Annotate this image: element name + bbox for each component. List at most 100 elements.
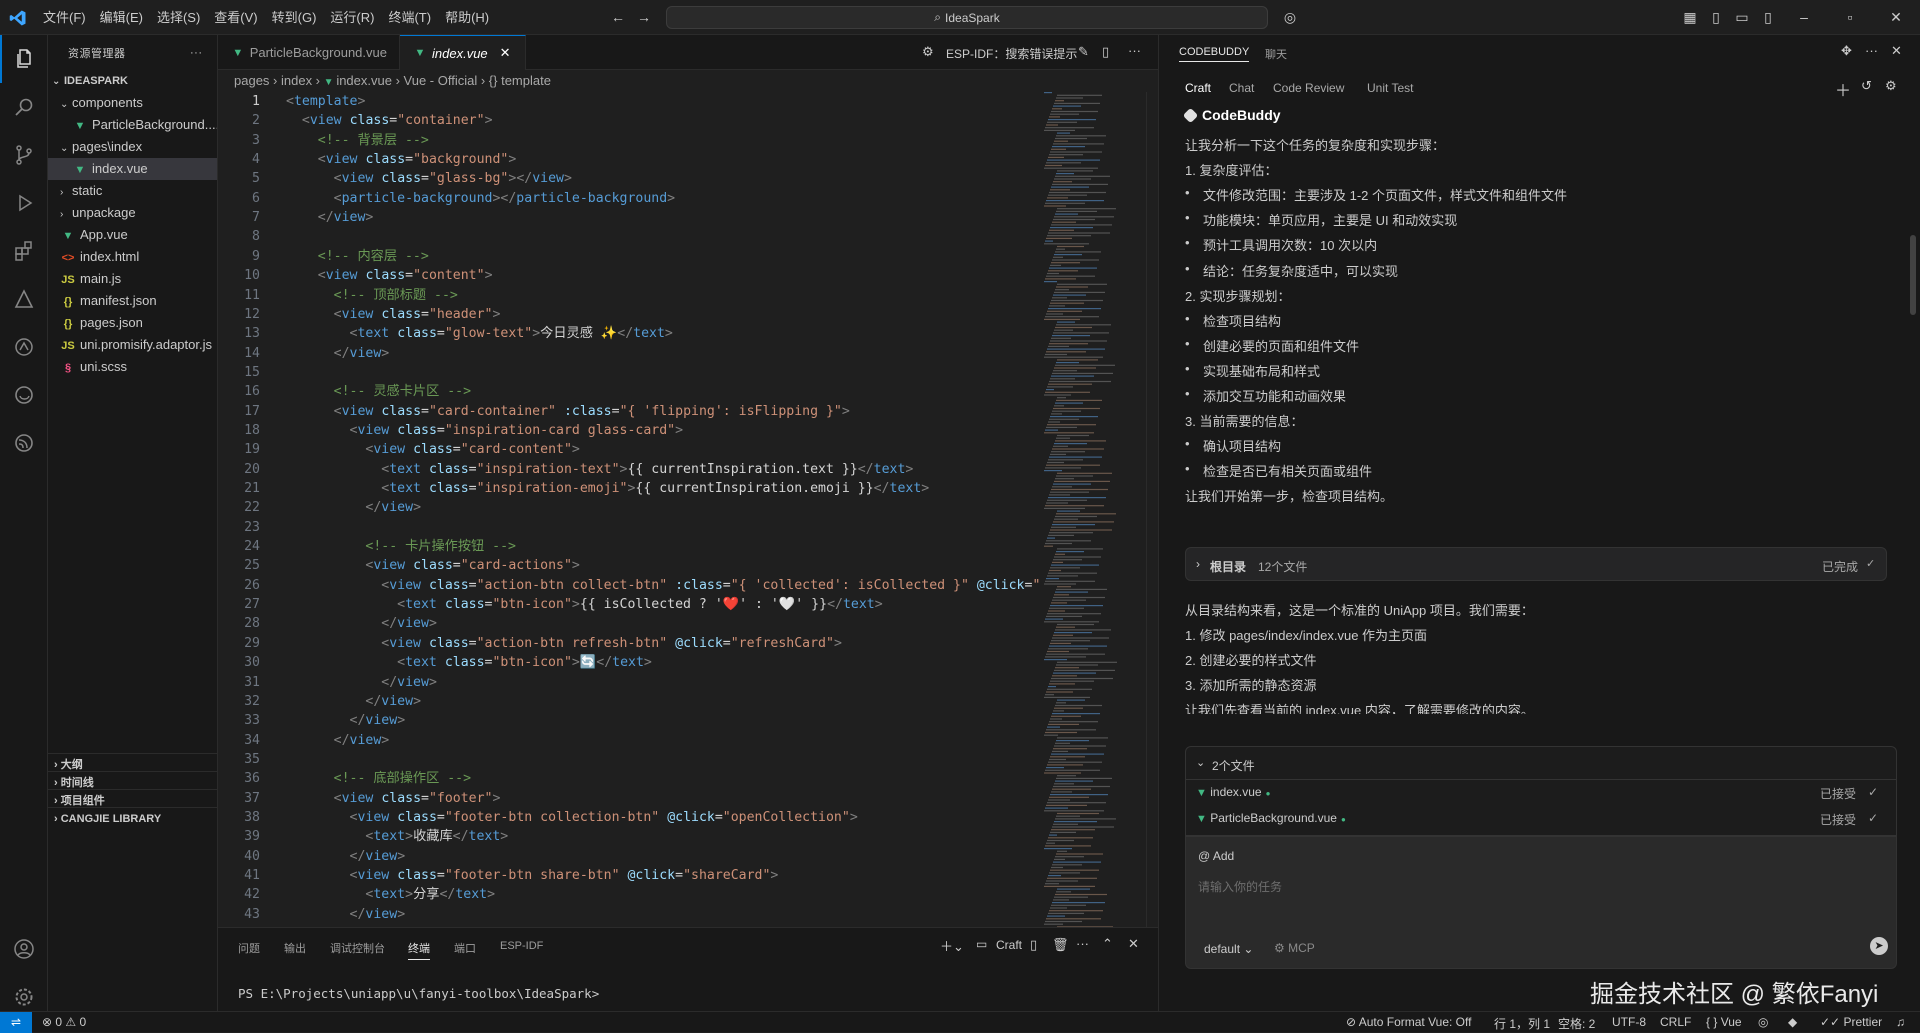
mcp-button[interactable]: ⚙ MCP xyxy=(1274,941,1315,955)
code-line[interactable]: <!-- 灵感卡片区 --> xyxy=(286,382,471,401)
add-terminal-icon[interactable]: ＋⌄ xyxy=(940,936,964,955)
terminal-profile-icon[interactable]: ▭ xyxy=(976,937,987,951)
code-line[interactable]: <view class="action-btn refresh-btn" @cl… xyxy=(286,634,842,653)
code-line[interactable]: <text>收藏库</text> xyxy=(286,827,508,846)
file-change-row[interactable]: ▼ ParticleBackground.vue ● 已接受 ✓ xyxy=(1196,811,1886,833)
tab-codebuddy[interactable]: CODEBUDDY xyxy=(1179,46,1250,62)
minimize-icon[interactable]: – xyxy=(1796,9,1812,25)
edit-icon[interactable]: ✎ xyxy=(1078,44,1089,60)
menu-item[interactable]: 选择(S) xyxy=(150,0,207,35)
code-line[interactable]: <view class="action-btn collect-btn" :cl… xyxy=(286,576,1064,595)
esp-idf-gear-icon[interactable]: ⚙ xyxy=(922,44,934,60)
sidebar-section[interactable]: › CANGJIE LIBRARY xyxy=(48,807,217,829)
folder-item[interactable]: ⌄ components xyxy=(48,92,217,114)
maximize-panel-icon[interactable]: ⌃ xyxy=(1102,936,1113,952)
code-line[interactable]: <view class="card-actions"> xyxy=(286,556,579,575)
file-item[interactable]: JS main.js xyxy=(48,268,217,290)
close-chat-icon[interactable]: ✕ xyxy=(1891,43,1902,59)
chat-subtab[interactable]: Chat xyxy=(1229,81,1254,95)
file-item[interactable]: ▼ App.vue xyxy=(48,224,217,246)
send-icon[interactable]: ➤ xyxy=(1870,937,1888,955)
settings-icon[interactable]: ⚙ xyxy=(1885,78,1897,94)
chat-scrollbar[interactable] xyxy=(1910,235,1916,315)
file-item[interactable]: JS uni.promisify.adaptor.js xyxy=(48,334,217,356)
code-line[interactable]: <view class="header"> xyxy=(286,305,501,324)
toggle-panel-icon[interactable]: ▭ xyxy=(1734,9,1750,25)
codebuddy-status-icon[interactable]: ◆ xyxy=(1788,1015,1797,1029)
code-line[interactable]: <view class="content"> xyxy=(286,266,493,285)
file-item[interactable]: ▼ ParticleBackground.... xyxy=(48,114,217,136)
code-editor[interactable]: 1 <template> 2 <view class="container"> 3 <… xyxy=(218,92,1158,927)
tab-index-vue[interactable]: ▼ index.vue ✕ xyxy=(400,35,526,70)
new-chat-icon[interactable]: ＋ xyxy=(1835,77,1851,101)
panel-tab[interactable]: 终端 xyxy=(408,940,430,960)
menu-item[interactable]: 转到(G) xyxy=(265,0,324,35)
file-item[interactable]: § uni.scss xyxy=(48,356,217,378)
close-window-icon[interactable]: ✕ xyxy=(1888,9,1904,25)
account-icon[interactable] xyxy=(0,925,48,973)
file-item[interactable]: <> index.html xyxy=(48,246,217,268)
toggle-sidebar-icon[interactable]: ▯ xyxy=(1708,9,1724,25)
code-line[interactable]: </view> xyxy=(286,692,421,711)
toggle-secondary-sidebar-icon[interactable]: ▯ xyxy=(1760,9,1776,25)
esp-idf-icon[interactable] xyxy=(0,323,48,371)
file-item[interactable]: {} pages.json xyxy=(48,312,217,334)
code-line[interactable]: <!-- 内容层 --> xyxy=(286,247,429,266)
project-root[interactable]: ⌄ IDEASPARK xyxy=(48,70,217,92)
breadcrumb-item[interactable]: index xyxy=(281,73,312,88)
move-icon[interactable]: ✥ xyxy=(1841,43,1852,59)
close-tab-icon[interactable]: ✕ xyxy=(500,45,511,61)
split-editor-icon[interactable]: ▯ xyxy=(1102,44,1109,60)
code-line[interactable]: <text>分享</text> xyxy=(286,885,495,904)
breadcrumb-item[interactable]: Vue - Official xyxy=(404,73,478,88)
code-line[interactable]: </view> xyxy=(286,847,406,866)
source-control-icon[interactable] xyxy=(0,131,48,179)
menu-item[interactable]: 编辑(E) xyxy=(93,0,150,35)
file-item[interactable]: {} manifest.json xyxy=(48,290,217,312)
tab-chat-panel[interactable]: 聊天 xyxy=(1265,46,1287,62)
menu-item[interactable]: 帮助(H) xyxy=(438,0,496,35)
kill-terminal-icon[interactable]: 🗑 xyxy=(1052,937,1069,953)
add-context-button[interactable]: @ Add xyxy=(1198,849,1234,863)
customize-layout-icon[interactable]: ▦ xyxy=(1682,9,1698,25)
chat-subtab[interactable]: Unit Test xyxy=(1367,81,1413,95)
status-item[interactable]: 行 1，列 1 xyxy=(1494,1015,1550,1032)
extensions-icon[interactable] xyxy=(0,227,48,275)
code-line[interactable]: </view> xyxy=(286,208,374,227)
file-item[interactable]: ▼ index.vue xyxy=(48,158,217,180)
code-line[interactable]: <!-- 底部操作区 --> xyxy=(286,769,471,788)
chat-input-box[interactable]: @ Add 请输入你的任务 default ⌄ ⚙ MCP ➤ xyxy=(1185,836,1897,969)
status-item[interactable]: 空格: 2 xyxy=(1558,1015,1595,1032)
code-line[interactable]: </view> xyxy=(286,673,437,692)
code-line[interactable]: <text class="glow-text">今日灵感 ✨</text> xyxy=(286,324,673,343)
remote-indicator[interactable]: ⇌ xyxy=(0,1012,32,1033)
panel-tab[interactable]: 输出 xyxy=(284,940,306,956)
status-item[interactable]: CRLF xyxy=(1660,1015,1691,1029)
code-line[interactable]: </view> xyxy=(286,498,421,517)
chevron-down-icon[interactable]: ⌄ xyxy=(1196,756,1205,769)
tab-particle-background[interactable]: ▼ ParticleBackground.vue xyxy=(218,35,400,70)
file-change-row[interactable]: ▼ index.vue ● 已接受 ✓ xyxy=(1196,785,1886,807)
panel-tab[interactable]: ESP-IDF xyxy=(500,940,543,952)
panel-tab[interactable]: 问题 xyxy=(238,940,260,956)
mode-select[interactable]: default ⌄ xyxy=(1204,942,1253,956)
more-chat-actions-icon[interactable]: ··· xyxy=(1865,43,1878,58)
code-line[interactable]: <view class="footer"> xyxy=(286,789,501,808)
copilot-status-icon[interactable]: ◎ xyxy=(1758,1015,1768,1029)
code-line[interactable]: <view class="card-content"> xyxy=(286,440,579,459)
folder-item[interactable]: › unpackage xyxy=(48,202,217,224)
panel-tab[interactable]: 调试控制台 xyxy=(330,940,385,956)
code-line[interactable]: <text class="btn-icon">🔄</text> xyxy=(286,653,652,672)
notifications-bell-icon[interactable]: ♫ xyxy=(1896,1015,1905,1029)
code-line[interactable]: </view> xyxy=(286,344,390,363)
folder-item[interactable]: › static xyxy=(48,180,217,202)
code-line[interactable]: <text class="inspiration-text">{{ curren… xyxy=(286,460,913,479)
root-dir-card[interactable]: › 根目录 12个文件 已完成 ✓ xyxy=(1185,547,1887,581)
search-icon[interactable] xyxy=(0,83,48,131)
split-terminal-icon[interactable]: ▯ xyxy=(1030,937,1037,953)
code-line[interactable]: </view> xyxy=(286,711,406,730)
code-line[interactable]: <text class="btn-icon">{{ isCollected ? … xyxy=(286,595,883,614)
code-line[interactable]: </view> xyxy=(286,905,406,924)
code-line[interactable]: <view class="container"> xyxy=(286,111,493,130)
menu-item[interactable]: 文件(F) xyxy=(36,0,93,35)
